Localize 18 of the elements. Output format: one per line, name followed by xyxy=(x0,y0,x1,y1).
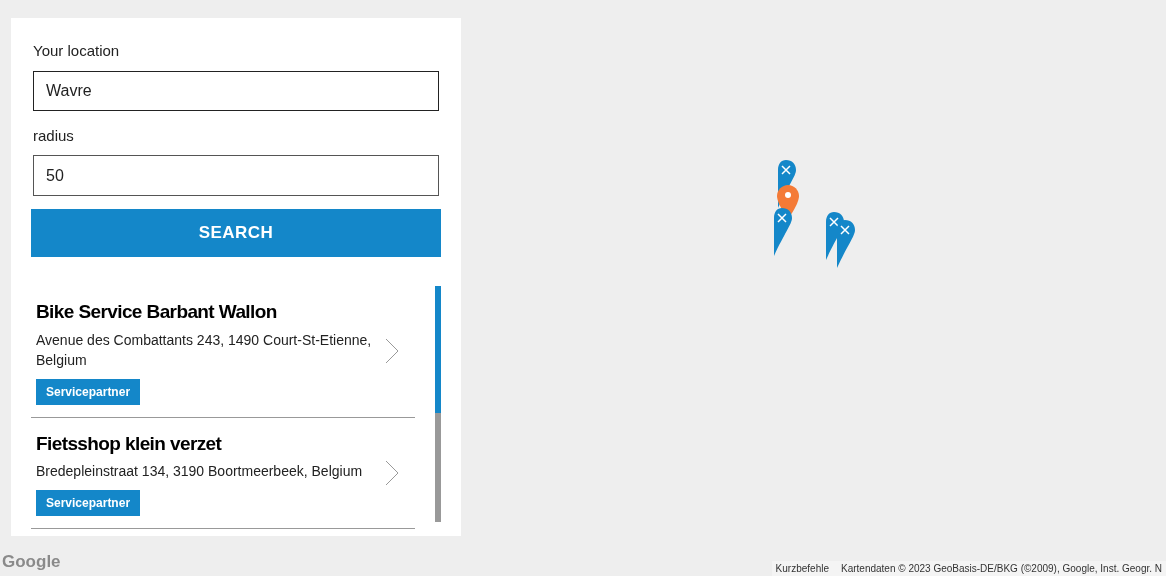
chevron-right-icon[interactable] xyxy=(385,338,399,365)
search-button[interactable]: SEARCH xyxy=(31,209,441,257)
radius-label: radius xyxy=(32,125,75,146)
scrollbar[interactable] xyxy=(435,286,441,522)
shop-address: Avenue des Combattants 243, 1490 Court-St-Etienne, Belgium xyxy=(36,330,373,370)
partner-tag: Servicepartner xyxy=(36,378,141,405)
shop-name: Fietsshop klein verzet xyxy=(36,431,222,456)
partner-tag: Servicepartner xyxy=(36,490,141,516)
shop-address: Bredepleinstraat 134, 3190 Boortmeerbeek, Belgium xyxy=(36,462,364,481)
location-field[interactable]: Wavre xyxy=(33,70,439,111)
map-attribution: Kartendaten © 2023 GeoBasis-DE/BKG (©2009), Google, Inst. Geogr. N xyxy=(841,562,1162,576)
shortcuts-link[interactable]: Kurzbefehle xyxy=(775,561,829,576)
radius-field[interactable]: 50 xyxy=(33,155,439,196)
shop-name: Bike Service Barbant Wallon xyxy=(36,300,277,324)
location-label: Your location xyxy=(32,41,121,61)
result-item[interactable]: Fietsshop klein verzet Bredepleinstraat 134, 3190 Boortmeerbeek, Belgium Servicepartner xyxy=(31,417,415,529)
result-item[interactable]: Bike Service Barbant Wallon Avenue des Combattants 243, 1490 Court-St-Etienne, Belgium Servicepartner xyxy=(31,286,415,418)
chevron-right-icon[interactable] xyxy=(385,459,399,486)
